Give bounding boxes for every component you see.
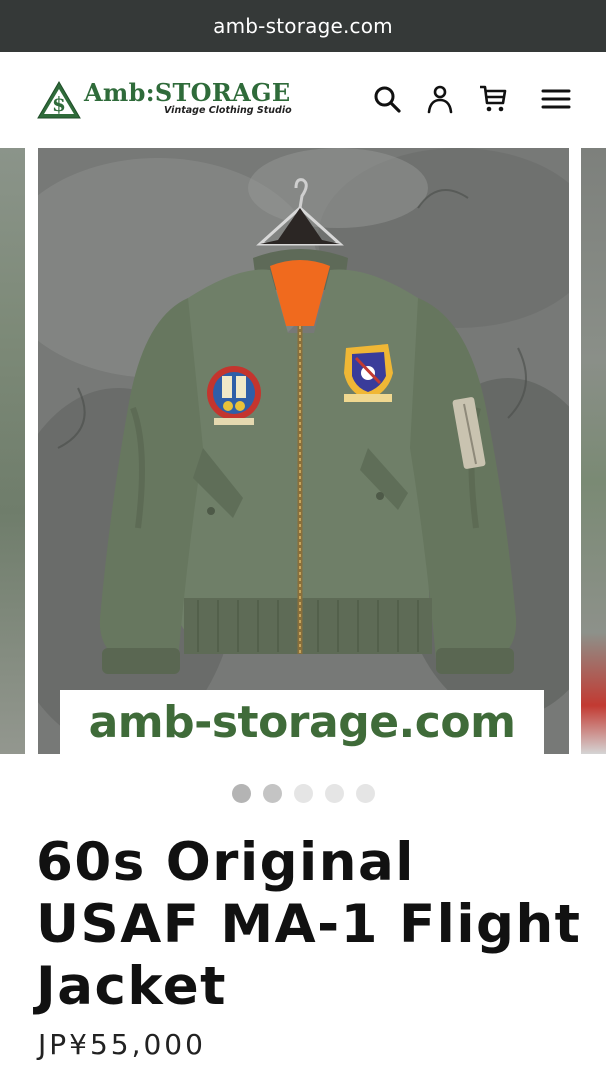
address-bar[interactable]: amb-storage.com bbox=[0, 0, 606, 52]
url-text: amb-storage.com bbox=[213, 14, 393, 38]
logo-text: Amb:STORAGE bbox=[84, 78, 291, 107]
logo-mark-icon: $ bbox=[37, 81, 81, 119]
product-image[interactable]: amb-storage.com bbox=[38, 148, 569, 754]
menu-icon bbox=[541, 89, 571, 109]
search-icon bbox=[374, 86, 401, 113]
menu-button[interactable] bbox=[539, 82, 573, 116]
account-icon bbox=[427, 85, 453, 114]
jacket-photo bbox=[38, 148, 569, 754]
gallery-pagination bbox=[0, 784, 606, 804]
pagination-dot-5[interactable] bbox=[355, 784, 375, 803]
watermark-text: amb-storage.com bbox=[60, 690, 544, 754]
next-slide-peek[interactable] bbox=[581, 148, 606, 754]
pagination-dot-4[interactable] bbox=[324, 784, 344, 803]
account-button[interactable] bbox=[423, 82, 457, 116]
previous-slide-peek[interactable] bbox=[0, 148, 25, 754]
cart-icon bbox=[480, 85, 507, 112]
product-image-gallery[interactable]: amb-storage.com bbox=[0, 148, 606, 754]
search-button[interactable] bbox=[370, 82, 404, 116]
site-header: $ Amb:STORAGE Vintage Clothing Studio bbox=[0, 52, 606, 148]
product-price: JP¥55,000 bbox=[38, 1028, 206, 1061]
site-logo[interactable]: $ Amb:STORAGE Vintage Clothing Studio bbox=[36, 78, 292, 124]
logo-tagline: Vintage Clothing Studio bbox=[164, 105, 292, 116]
product-title: 60s Original USAF MA-1 Flight Jacket bbox=[36, 832, 582, 1017]
cart-button[interactable] bbox=[476, 82, 510, 116]
pagination-dot-3[interactable] bbox=[293, 784, 313, 803]
svg-text:$: $ bbox=[52, 92, 66, 116]
pagination-dot-2[interactable] bbox=[262, 784, 282, 803]
pagination-dot-1[interactable] bbox=[231, 784, 251, 803]
